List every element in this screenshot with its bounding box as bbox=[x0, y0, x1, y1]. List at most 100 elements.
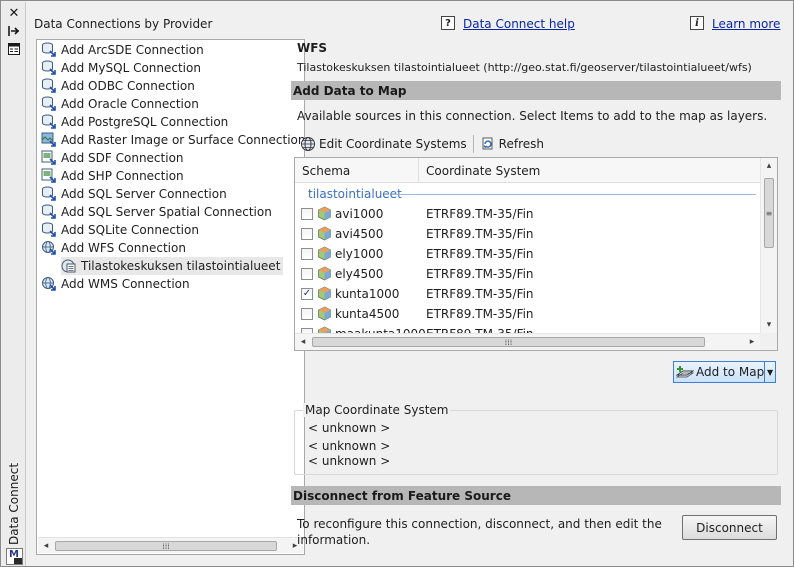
scroll-right-icon[interactable]: ▸ bbox=[744, 334, 760, 350]
properties-icon[interactable] bbox=[6, 41, 22, 57]
scroll-down-icon[interactable]: ▾ bbox=[761, 317, 777, 333]
provider-item[interactable]: Add SQL Server Connection bbox=[41, 185, 227, 203]
table-row[interactable]: avi1000 ETRF89.TM-35/Fin bbox=[295, 204, 760, 224]
grid-horizontal-scrollbar[interactable]: ◂ ⁞⁞⁞ ▸ bbox=[295, 333, 760, 350]
schema-name: avi4500 bbox=[335, 227, 384, 241]
database-connection-icon bbox=[41, 114, 57, 130]
layer-checkbox[interactable] bbox=[301, 228, 313, 240]
provider-item[interactable]: Add Raster Image or Surface Connection bbox=[41, 131, 305, 149]
provider-item[interactable]: Add ODBC Connection bbox=[41, 77, 195, 95]
feature-class-icon bbox=[317, 306, 332, 321]
coordinate-system-value: ETRF89.TM-35/Fin bbox=[426, 247, 534, 261]
feature-class-icon bbox=[317, 286, 332, 301]
table-row[interactable]: avi4500 ETRF89.TM-35/Fin bbox=[295, 224, 760, 244]
provider-item[interactable]: Add ArcSDE Connection bbox=[41, 41, 204, 59]
database-connection-icon bbox=[41, 78, 57, 94]
grid-vertical-scrollbar[interactable]: ▴ ≡ ▾ bbox=[760, 158, 777, 333]
add-to-map-button[interactable]: Add to Map ▼ bbox=[673, 361, 776, 383]
disconnect-button[interactable]: Disconnect bbox=[682, 515, 777, 540]
layer-checkbox[interactable] bbox=[301, 248, 313, 260]
web-connection-icon bbox=[41, 240, 57, 256]
schema-name: kunta4500 bbox=[335, 307, 400, 321]
chevron-down-icon[interactable]: ▼ bbox=[764, 362, 775, 382]
grid-hscroll-thumb[interactable]: ⁞⁞⁞ bbox=[312, 337, 705, 347]
schema-name: avi1000 bbox=[335, 207, 384, 221]
learn-more-link[interactable]: Learn more bbox=[712, 17, 780, 31]
column-header-schema-label: Schema bbox=[302, 163, 351, 178]
database-connection-icon bbox=[41, 222, 57, 238]
layer-checkbox[interactable] bbox=[301, 268, 313, 280]
wfs-source-icon bbox=[61, 258, 77, 274]
scroll-up-icon[interactable]: ▴ bbox=[761, 158, 777, 174]
database-connection-icon bbox=[41, 204, 57, 220]
layer-checkbox[interactable] bbox=[301, 208, 313, 220]
schema-name: ely4500 bbox=[335, 267, 384, 281]
map-cs-value-3: < unknown > bbox=[308, 454, 391, 468]
scroll-left-icon[interactable]: ◂ bbox=[38, 538, 54, 554]
table-row[interactable]: ely4500 ETRF89.TM-35/Fin bbox=[295, 264, 760, 284]
provider-item[interactable]: Add MySQL Connection bbox=[41, 59, 201, 77]
tree-item-label: Add Raster Image or Surface Connection bbox=[61, 133, 306, 147]
palette-title-text: Data Connect bbox=[7, 462, 21, 546]
refresh-button[interactable]: Refresh bbox=[477, 134, 547, 154]
autocad-map-logo-icon: M bbox=[6, 548, 23, 565]
coordinate-system-value: ETRF89.TM-35/Fin bbox=[426, 287, 534, 301]
edit-coordinate-systems-button[interactable]: Edit Coordinate Systems bbox=[297, 134, 470, 154]
provider-item[interactable]: Add SQLite Connection bbox=[41, 221, 199, 239]
map-cs-value-2: < unknown > bbox=[308, 439, 391, 453]
edit-coordinate-systems-label: Edit Coordinate Systems bbox=[319, 137, 467, 151]
tree-item-label: Add SQL Server Spatial Connection bbox=[61, 205, 272, 219]
column-header-cs-label: Coordinate System bbox=[426, 163, 541, 178]
sources-toolbar: Edit Coordinate Systems Refresh bbox=[297, 133, 547, 155]
group-header-row[interactable]: tilastointialueet bbox=[295, 184, 760, 204]
tree-item-label: Add SQL Server Connection bbox=[61, 187, 227, 201]
grid-scroll-thumb[interactable]: ≡ bbox=[764, 178, 774, 248]
table-row[interactable]: ✓ kunta1000 ETRF89.TM-35/Fin bbox=[295, 284, 760, 304]
palette-title-strip: ✕ Data Connect M bbox=[2, 2, 26, 566]
disconnect-header: Disconnect from Feature Source bbox=[291, 486, 781, 505]
layer-checkbox[interactable]: ✓ bbox=[301, 288, 313, 300]
tree-item-label: Add PostgreSQL Connection bbox=[61, 115, 229, 129]
column-header-coordinate-system[interactable]: Coordinate System bbox=[419, 158, 760, 183]
provider-item[interactable]: Add SHP Connection bbox=[41, 167, 184, 185]
refresh-icon bbox=[480, 136, 496, 152]
feature-class-icon bbox=[317, 206, 332, 221]
scroll-thumb[interactable]: ⁞⁞⁞ bbox=[55, 541, 277, 551]
refresh-label: Refresh bbox=[498, 137, 544, 151]
tree-horizontal-scrollbar[interactable]: ◂ ⁞⁞⁞ ▸ bbox=[38, 537, 303, 553]
table-row[interactable]: ely1000 ETRF89.TM-35/Fin bbox=[295, 244, 760, 264]
add-data-header: Add Data to Map bbox=[291, 81, 781, 100]
question-icon[interactable]: ? bbox=[441, 16, 455, 30]
column-header-schema[interactable]: Schema bbox=[295, 158, 419, 183]
provider-item[interactable]: Add Oracle Connection bbox=[41, 95, 199, 113]
provider-item[interactable]: Add SDF Connection bbox=[41, 149, 184, 167]
provider-item[interactable]: Add PostgreSQL Connection bbox=[41, 113, 228, 131]
auto-hide-icon[interactable] bbox=[6, 23, 22, 39]
provider-item[interactable]: Add WMS Connection bbox=[41, 275, 190, 293]
connection-title: WFS bbox=[297, 41, 328, 55]
tree-item-label: Add WFS Connection bbox=[61, 241, 186, 255]
scroll-corner bbox=[760, 333, 777, 350]
schema-name: kunta1000 bbox=[335, 287, 400, 301]
info-icon[interactable]: i bbox=[690, 16, 704, 30]
scroll-left-icon[interactable]: ◂ bbox=[295, 334, 311, 350]
database-connection-icon bbox=[41, 42, 57, 58]
database-connection-icon bbox=[41, 60, 57, 76]
data-connect-content: Data Connections by Provider Add ArcSDE … bbox=[27, 2, 793, 566]
connection-item-selected[interactable]: Tilastokeskuksen tilastointialueet bbox=[61, 257, 284, 275]
globe-icon bbox=[300, 136, 316, 152]
database-connection-icon bbox=[41, 186, 57, 202]
group-label: tilastointialueet bbox=[308, 187, 406, 201]
sources-grid[interactable]: Schema Coordinate System tilastointialue… bbox=[294, 157, 778, 351]
provider-item[interactable]: Add SQL Server Spatial Connection bbox=[41, 203, 272, 221]
palette-title: Data Connect bbox=[4, 462, 24, 546]
providers-tree[interactable]: Add ArcSDE Connection Add MySQL Connectio… bbox=[36, 39, 305, 555]
layer-checkbox[interactable] bbox=[301, 308, 313, 320]
data-connect-help-link[interactable]: Data Connect help bbox=[463, 17, 575, 31]
web-connection-icon bbox=[41, 276, 57, 292]
table-row[interactable]: kunta4500 ETRF89.TM-35/Fin bbox=[295, 304, 760, 324]
schema-name: ely1000 bbox=[335, 247, 384, 261]
close-icon[interactable]: ✕ bbox=[6, 5, 22, 21]
coordinate-system-value: ETRF89.TM-35/Fin bbox=[426, 267, 534, 281]
provider-item[interactable]: Add WFS Connection bbox=[41, 239, 186, 257]
